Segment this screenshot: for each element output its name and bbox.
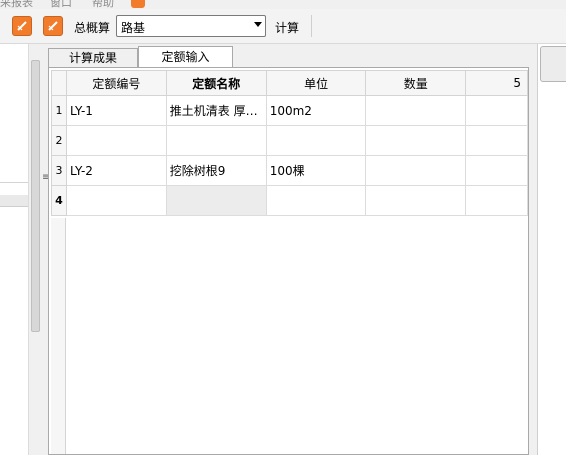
tab-bar: 计算成果 定额输入 <box>48 44 529 68</box>
orange-tool-icon-2[interactable] <box>43 16 63 36</box>
cell-col5[interactable] <box>465 155 528 186</box>
row-number-header <box>51 70 67 96</box>
chevron-down-icon[interactable] <box>254 22 262 27</box>
cell-unit[interactable]: 100m2 <box>265 95 367 126</box>
quota-table: 定额编号 定额名称 单位 数量 5 1 LY-1 推土机清表 厚… 100m2 … <box>51 70 528 216</box>
calculate-button[interactable]: 计算 <box>275 19 299 36</box>
cell-col5[interactable] <box>465 95 528 126</box>
toolbar-divider <box>311 15 312 37</box>
cell-col5[interactable] <box>465 185 528 216</box>
quota-grid: 定额编号 定额名称 单位 数量 5 1 LY-1 推土机清表 厚… 100m2 … <box>48 67 529 455</box>
cell-code[interactable] <box>65 185 167 216</box>
left-panel-row[interactable] <box>0 182 28 217</box>
cell-name[interactable] <box>165 125 267 156</box>
panel-splitter[interactable]: ≡ <box>41 44 50 455</box>
row-header-filler <box>51 218 66 454</box>
column-header-5[interactable]: 5 <box>465 70 528 96</box>
menu-bar: 采报表 窗口 帮助 <box>0 0 566 9</box>
tab-calculation-results[interactable]: 计算成果 <box>48 48 138 68</box>
menu-item-help[interactable]: 帮助 <box>92 0 114 9</box>
left-panel-row-highlight <box>0 195 28 207</box>
table-row[interactable]: 1 LY-1 推土机清表 厚… 100m2 <box>51 95 528 126</box>
budget-label: 总概算 <box>74 21 111 35</box>
row-number[interactable]: 4 <box>51 185 67 216</box>
cell-quantity[interactable] <box>365 185 467 216</box>
cell-name[interactable]: 挖除树根9 <box>165 155 267 186</box>
pencil-icon <box>17 21 27 31</box>
left-scrollbar[interactable] <box>28 44 41 455</box>
eraser-icon <box>48 21 58 31</box>
column-header-quantity[interactable]: 数量 <box>365 70 467 96</box>
menu-item-window[interactable]: 窗口 <box>50 0 72 9</box>
right-splitter[interactable] <box>529 44 537 455</box>
row-number[interactable]: 2 <box>51 125 67 156</box>
table-header-row: 定额编号 定额名称 单位 数量 5 <box>51 70 528 96</box>
table-row[interactable]: 4 <box>51 185 528 216</box>
orange-tool-icon-1[interactable] <box>12 16 32 36</box>
cell-quantity[interactable] <box>365 125 467 156</box>
row-number[interactable]: 3 <box>51 155 67 186</box>
cell-col5[interactable] <box>465 125 528 156</box>
section-combo[interactable]: 路基 <box>116 15 266 37</box>
cell-quantity[interactable] <box>365 95 467 126</box>
menu-app-icon[interactable] <box>131 0 145 8</box>
cell-code[interactable] <box>65 125 167 156</box>
table-row[interactable]: 2 <box>51 125 528 156</box>
left-scrollbar-thumb[interactable] <box>31 60 40 332</box>
left-tree-panel <box>0 44 41 455</box>
right-panel-button[interactable] <box>540 46 566 82</box>
menu-item-report[interactable]: 采报表 <box>0 0 33 9</box>
cell-code[interactable]: LY-1 <box>65 95 167 126</box>
column-header-name[interactable]: 定额名称 <box>165 70 267 96</box>
cell-unit[interactable]: 100棵 <box>265 155 367 186</box>
section-combo-value: 路基 <box>121 21 146 35</box>
cell-unit[interactable] <box>265 125 367 156</box>
tab-quota-input[interactable]: 定额输入 <box>138 46 233 68</box>
cell-code[interactable]: LY-2 <box>65 155 167 186</box>
cell-name[interactable]: 推土机清表 厚… <box>165 95 267 126</box>
row-number[interactable]: 1 <box>51 95 67 126</box>
column-header-unit[interactable]: 单位 <box>265 70 367 96</box>
toolbar: 总概算 路基 计算 <box>0 9 566 44</box>
table-row[interactable]: 3 LY-2 挖除树根9 100棵 <box>51 155 528 186</box>
column-header-code[interactable]: 定额编号 <box>65 70 167 96</box>
right-panel <box>537 44 566 455</box>
cell-quantity[interactable] <box>365 155 467 186</box>
cell-unit[interactable] <box>265 185 367 216</box>
cell-name-selected[interactable] <box>165 185 267 216</box>
